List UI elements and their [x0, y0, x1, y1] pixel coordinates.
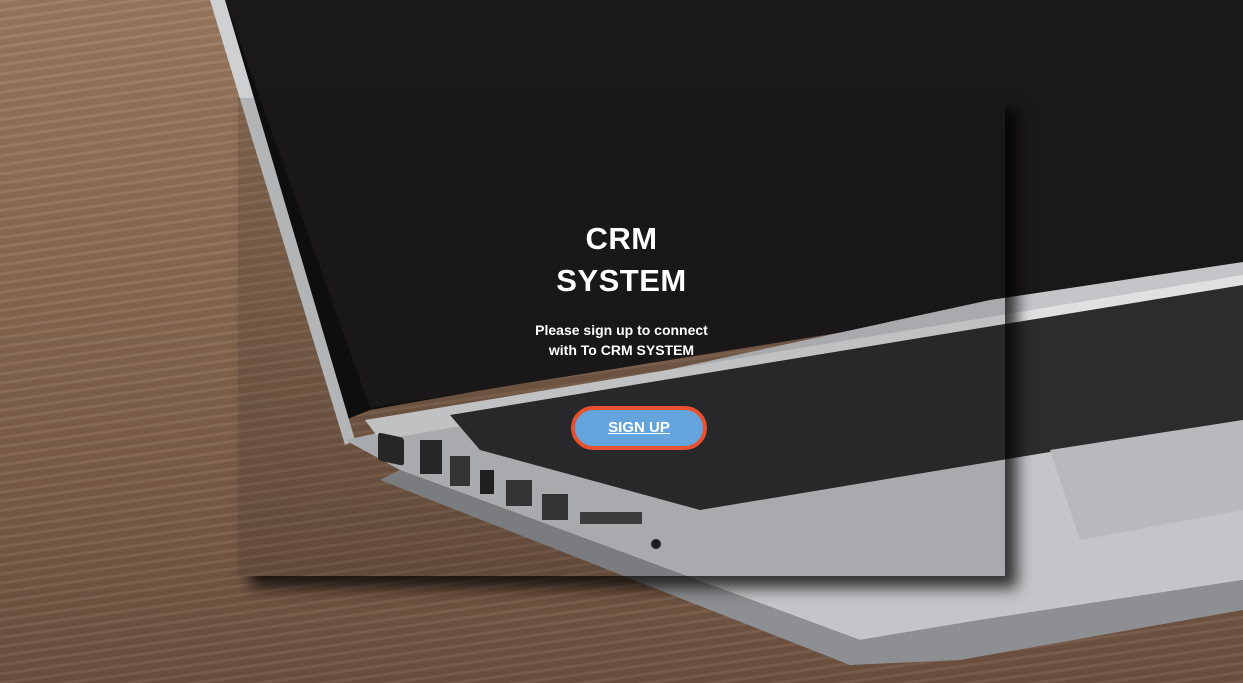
subtitle-line-2: with To CRM SYSTEM [548, 342, 695, 358]
subtitle: Please sign up to connect with To CRM SY… [238, 320, 1005, 360]
page-title: CRM SYSTEM [238, 218, 1005, 302]
title-line-2: SYSTEM [556, 263, 687, 298]
subtitle-line-1: Please sign up to connect [535, 322, 708, 338]
signup-panel: CRM SYSTEM Please sign up to connect wit… [238, 98, 1005, 576]
signup-button[interactable]: SIGN UP [571, 406, 707, 450]
title-line-1: CRM [585, 221, 658, 256]
